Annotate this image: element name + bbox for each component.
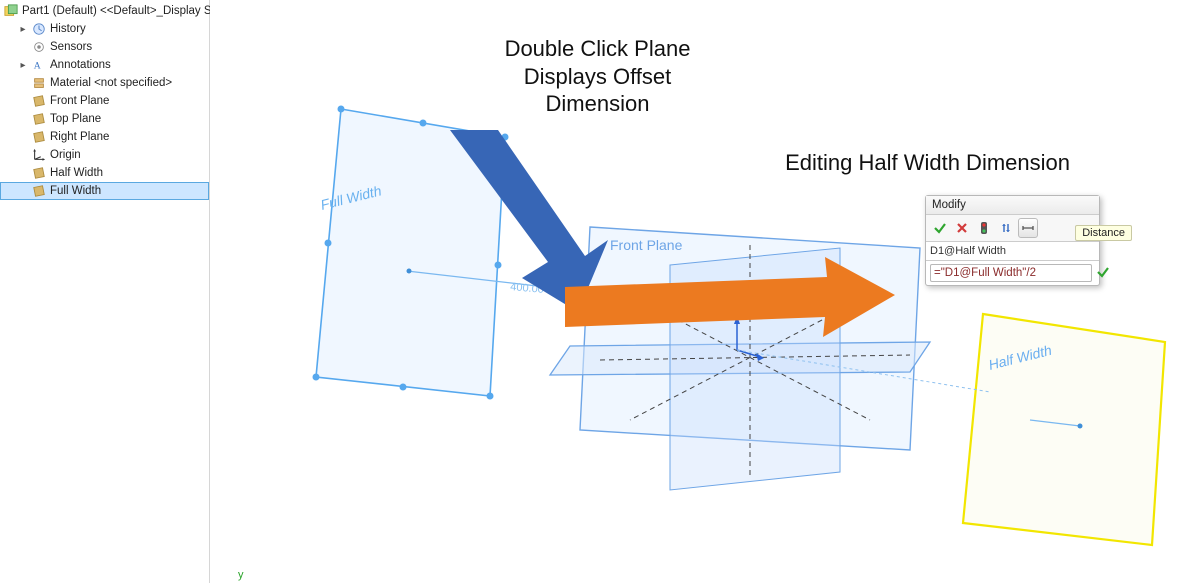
tree-label: Origin bbox=[50, 149, 81, 161]
part-icon bbox=[4, 4, 18, 18]
sensors-icon bbox=[32, 40, 46, 54]
tree-item-top-plane[interactable]: Top Plane bbox=[0, 110, 209, 128]
plane-icon bbox=[32, 166, 46, 180]
part-node[interactable]: Part1 (Default) <<Default>_Display State bbox=[0, 2, 209, 20]
cancel-button[interactable] bbox=[952, 218, 972, 238]
svg-text:A: A bbox=[34, 61, 41, 72]
tree-item-material[interactable]: Material <not specified> bbox=[0, 74, 209, 92]
material-icon bbox=[32, 76, 46, 90]
tree-label: Annotations bbox=[50, 59, 111, 71]
feature-tree: Part1 (Default) <<Default>_Display State… bbox=[0, 0, 210, 583]
plane-icon bbox=[32, 184, 46, 198]
part-label: Part1 (Default) <<Default>_Display State bbox=[22, 5, 231, 17]
annotations-icon: A bbox=[32, 58, 46, 72]
tree-item-full-width[interactable]: Full Width bbox=[0, 182, 209, 200]
tree-label: Right Plane bbox=[50, 131, 109, 143]
traffic-light-icon[interactable] bbox=[974, 218, 994, 238]
tree-item-sensors[interactable]: Sensors bbox=[0, 38, 209, 56]
tree-item-annotations[interactable]: ▸ A Annotations bbox=[0, 56, 209, 74]
tree-item-half-width[interactable]: Half Width bbox=[0, 164, 209, 182]
tree-item-right-plane[interactable]: Right Plane bbox=[0, 128, 209, 146]
front-plane-label: Front Plane bbox=[610, 237, 683, 253]
tree-label: History bbox=[50, 23, 86, 35]
tree-label: Material <not specified> bbox=[50, 77, 172, 89]
origin-icon bbox=[32, 148, 46, 162]
modify-dialog[interactable]: Modify D1@Half Width bbox=[925, 195, 1100, 286]
ok-button[interactable] bbox=[930, 218, 950, 238]
tree-item-history[interactable]: ▸ History bbox=[0, 20, 209, 38]
tree-item-origin[interactable]: Origin bbox=[0, 146, 209, 164]
plane-icon bbox=[32, 130, 46, 144]
plane-icon bbox=[32, 94, 46, 108]
tree-label: Full Width bbox=[50, 185, 101, 197]
half-width-plane[interactable]: Half Width bbox=[963, 314, 1165, 545]
plane-icon bbox=[32, 112, 46, 126]
tree-label: Front Plane bbox=[50, 95, 109, 107]
history-icon bbox=[32, 22, 46, 36]
tooltip-distance: Distance bbox=[1075, 225, 1132, 241]
modify-value-input[interactable] bbox=[930, 264, 1092, 282]
axis-label-y: y bbox=[238, 569, 244, 581]
modify-toolbar bbox=[926, 215, 1099, 242]
tree-label: Top Plane bbox=[50, 113, 101, 125]
expander-icon[interactable]: ▸ bbox=[18, 60, 28, 71]
modify-title: Modify bbox=[926, 196, 1099, 215]
expander-icon[interactable]: ▸ bbox=[18, 24, 28, 35]
reverse-icon[interactable] bbox=[996, 218, 1016, 238]
distance-icon[interactable] bbox=[1018, 218, 1038, 238]
accept-icon[interactable] bbox=[1096, 265, 1110, 282]
orange-arrow bbox=[565, 255, 895, 325]
tree-label: Half Width bbox=[50, 167, 103, 179]
annotation-right: Editing Half Width Dimension bbox=[785, 150, 1070, 176]
tree-item-front-plane[interactable]: Front Plane bbox=[0, 92, 209, 110]
tree-label: Sensors bbox=[50, 41, 92, 53]
viewport[interactable]: Front Plane Right Plane bbox=[210, 0, 1200, 583]
modify-field-label: D1@Half Width bbox=[926, 242, 1099, 261]
annotation-left: Double Click Plane Displays Offset Dimen… bbox=[475, 35, 720, 118]
